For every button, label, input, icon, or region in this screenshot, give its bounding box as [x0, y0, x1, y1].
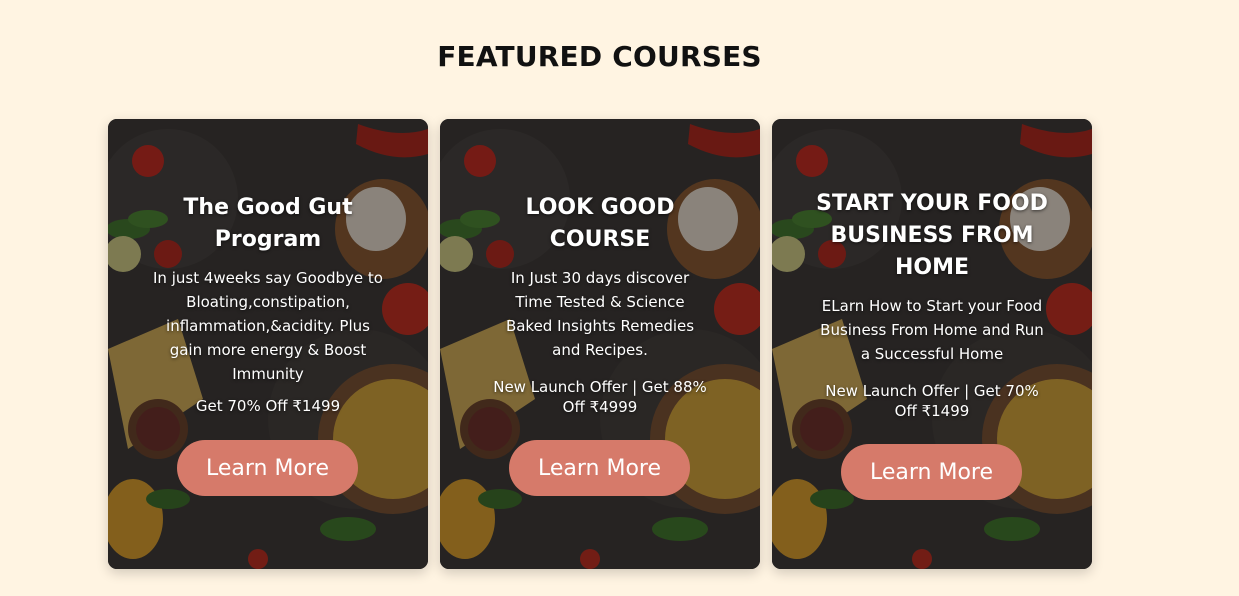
- learn-more-button[interactable]: Learn More: [509, 440, 690, 496]
- course-description: In just 4weeks say Goodbye to Bloating,c…: [153, 269, 383, 383]
- course-title: START YOUR FOOD BUSINESS FROM HOME: [816, 191, 1048, 280]
- section-title: FEATURED COURSES: [437, 40, 762, 73]
- learn-more-button[interactable]: Learn More: [841, 444, 1022, 500]
- course-card-good-gut: The Good Gut Program In just 4weeks say …: [108, 119, 428, 569]
- course-offer: Get 70% Off ₹1499: [195, 397, 341, 415]
- card-content: START YOUR FOOD BUSINESS FROM HOME ELarn…: [772, 119, 1092, 569]
- course-description: ELarn How to Start your Food Business Fr…: [820, 297, 1044, 363]
- card-content: The Good Gut Program In just 4weeks say …: [108, 119, 428, 569]
- course-title: The Good Gut Program: [183, 195, 353, 252]
- course-offer: New Launch Offer | Get 88% Off ₹4999: [493, 378, 707, 416]
- course-title: LOOK GOOD COURSE: [525, 195, 675, 252]
- card-content: LOOK GOOD COURSE In Just 30 days discove…: [440, 119, 760, 569]
- learn-more-button[interactable]: Learn More: [177, 440, 358, 496]
- course-card-food-business: START YOUR FOOD BUSINESS FROM HOME ELarn…: [772, 119, 1092, 569]
- course-description: In Just 30 days discover Time Tested & S…: [505, 269, 695, 359]
- course-card-look-good: LOOK GOOD COURSE In Just 30 days discove…: [440, 119, 760, 569]
- course-offer: New Launch Offer | Get 70% Off ₹1499: [825, 382, 1039, 420]
